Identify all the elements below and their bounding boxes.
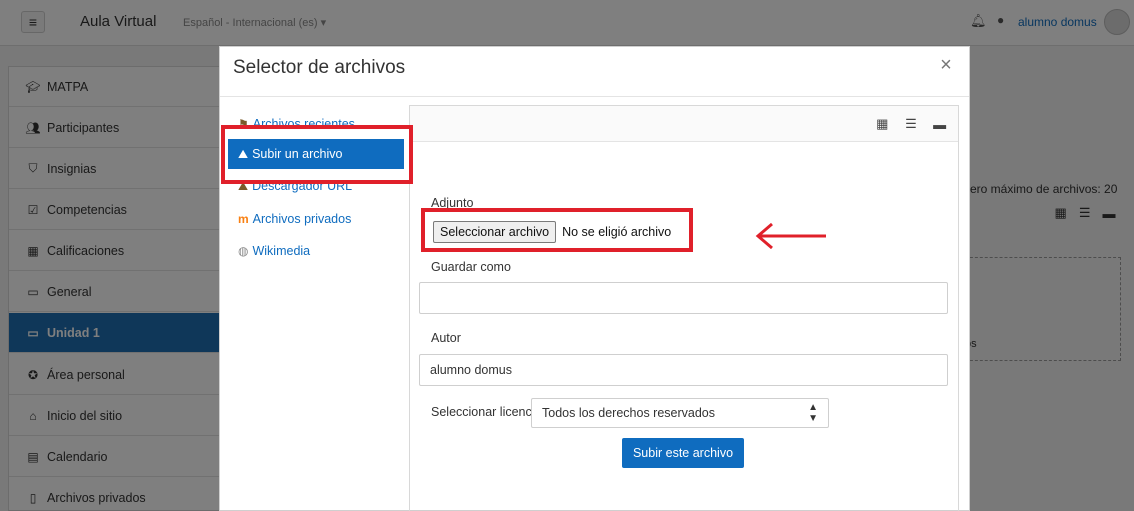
wikimedia-icon: ◍ — [238, 244, 249, 258]
save-as-label: Guardar como — [431, 260, 511, 274]
upload-file-button[interactable]: Subir este archivo — [622, 438, 744, 468]
annotation-box-upload-repo — [221, 125, 413, 184]
license-label: Seleccionar licencia — [431, 405, 542, 419]
author-label: Autor — [431, 331, 461, 345]
save-as-input[interactable] — [419, 282, 948, 314]
view-buttons: ▦ ☰ ▬ — [868, 112, 954, 136]
annotation-arrow-icon — [755, 222, 826, 250]
repo-private-files[interactable]: m Archivos privados — [228, 204, 404, 234]
select-arrows-icon: ▲ ▼ — [808, 402, 818, 424]
annotation-box-file-chooser — [421, 208, 693, 252]
file-picker-dialog: Selector de archivos × ⚑ Archivos recient… — [219, 46, 970, 511]
license-select[interactable]: Todos los derechos reservados ▲ ▼ — [531, 398, 829, 428]
grid-view-icon[interactable]: ▦ — [871, 116, 893, 132]
list-view-icon[interactable]: ☰ — [900, 116, 922, 132]
repo-wikimedia[interactable]: ◍ Wikimedia — [228, 236, 404, 266]
panel-toolbar: ▦ ☰ ▬ — [410, 106, 958, 142]
author-input[interactable] — [419, 354, 948, 386]
repo-label: Wikimedia — [252, 244, 311, 258]
close-icon[interactable]: × — [936, 53, 956, 77]
moodle-icon: m — [238, 212, 249, 226]
folder-view-icon[interactable]: ▬ — [929, 117, 951, 132]
license-selected-value: Todos los derechos reservados — [542, 406, 716, 420]
dialog-header: Selector de archivos × — [220, 47, 969, 97]
dialog-title: Selector de archivos — [233, 57, 406, 78]
repo-label: Archivos privados — [252, 212, 352, 226]
